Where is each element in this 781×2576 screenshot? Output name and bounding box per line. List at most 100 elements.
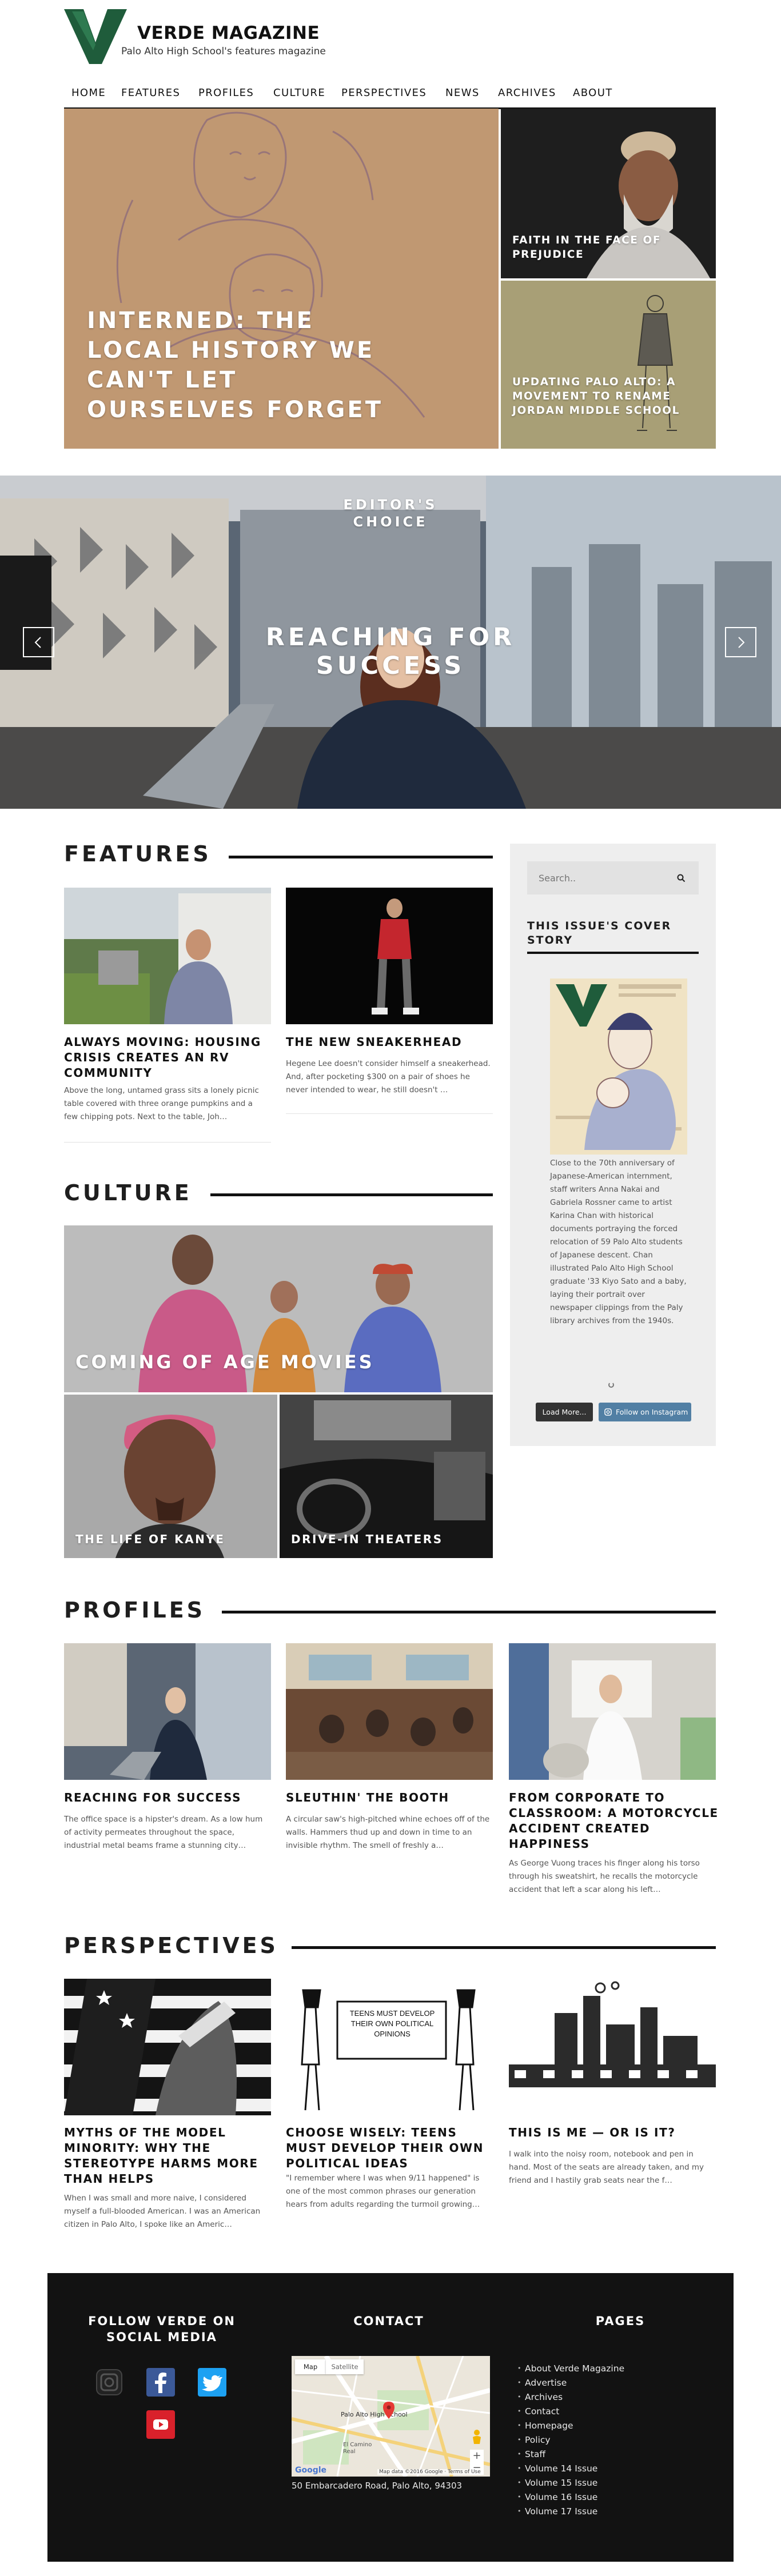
footer-page-link[interactable]: Contact — [517, 2406, 559, 2417]
perspectives-heading[interactable]: PERSPECTIVES — [64, 1933, 278, 1958]
nav-about[interactable]: ABOUT — [573, 87, 613, 99]
perspective-title-1[interactable]: MYTHS OF THE MODEL MINORITY: WHY THE STE… — [64, 2125, 276, 2187]
chevron-right-icon — [738, 637, 745, 648]
footer-page-link[interactable]: Volume 14 Issue — [517, 2463, 597, 2474]
feature-image-1[interactable] — [64, 888, 271, 1024]
culture-heading[interactable]: CULTURE — [64, 1180, 192, 1205]
profile-image-3[interactable] — [509, 1643, 716, 1780]
nav-home[interactable]: HOME — [71, 87, 106, 99]
perspective-excerpt-3: I walk into the noisy room, notebook and… — [509, 2150, 704, 2185]
editors-choice-title[interactable]: REACHING FOR SUCCESS — [190, 623, 591, 680]
perspective-excerpt-1: When I was small and more naive, I consi… — [64, 2194, 261, 2229]
perspective-image-2[interactable]: TEENS MUST DEVELOP THEIR OWN POLITICAL O… — [286, 1979, 493, 2115]
perspectives-rule — [292, 1946, 716, 1949]
twitter-icon[interactable] — [198, 2368, 226, 2397]
cover-heading-rule — [527, 952, 699, 954]
map-credit: Map data ©2016 Google · Terms of Use — [377, 2469, 483, 2475]
perspective-excerpt-2: "I remember where I was when 9/11 happen… — [286, 2174, 480, 2209]
footer-page-link[interactable]: Archives — [517, 2392, 563, 2402]
footer-page-link[interactable]: Volume 17 Issue — [517, 2506, 597, 2517]
footer-page-link[interactable]: Policy — [517, 2435, 550, 2445]
hero-main-story[interactable]: INTERNED: THE LOCAL HISTORY WE CAN'T LET… — [64, 109, 499, 449]
map-tab-map[interactable]: Map — [295, 2359, 326, 2374]
profiles-rule — [222, 1611, 716, 1614]
map-tab-satellite[interactable]: Satellite — [326, 2359, 364, 2374]
editors-choice-label: EDITOR'S CHOICE — [343, 497, 438, 530]
site-logo[interactable] — [64, 9, 127, 64]
profile-title-2[interactable]: SLEUTHIN' THE BOOTH — [286, 1790, 497, 1806]
map-place-label: Palo Alto High School — [341, 2411, 408, 2418]
cover-description: Close to the 70th anniversary of Japanes… — [550, 1159, 687, 1325]
culture-big-title[interactable]: COMING OF AGE MOVIES — [75, 1351, 419, 1373]
footer-page-link[interactable]: Advertise — [517, 2378, 567, 2388]
slider-next-button[interactable] — [725, 627, 756, 657]
nav-features[interactable]: FEATURES — [121, 87, 180, 99]
hero-side-title-1[interactable]: FAITH IN THE FACE OF PREJUDICE — [512, 233, 701, 262]
nav-culture[interactable]: CULTURE — [273, 87, 325, 99]
feature-title-1[interactable]: ALWAYS MOVING: HOUSING CRISIS CREATES AN… — [64, 1035, 276, 1081]
facebook-icon[interactable] — [146, 2368, 175, 2397]
map-google-logo: Google — [295, 2466, 327, 2475]
culture-small-title-1[interactable]: THE LIFE OF KANYE — [75, 1532, 264, 1546]
culture-feature-small-2[interactable]: DRIVE-IN THEATERS — [280, 1395, 493, 1558]
hero-side-story-2[interactable]: UPDATING PALO ALTO: A MOVEMENT TO RENAME… — [501, 281, 716, 449]
nav-profiles[interactable]: PROFILES — [198, 87, 254, 99]
nav-perspectives[interactable]: PERSPECTIVES — [341, 87, 427, 99]
profiles-heading[interactable]: PROFILES — [64, 1597, 205, 1623]
youtube-icon[interactable] — [146, 2410, 175, 2439]
loading-spinner — [608, 1382, 614, 1388]
search-icon[interactable] — [677, 874, 686, 882]
footer-page-link[interactable]: Homepage — [517, 2421, 573, 2431]
footer-page-link[interactable]: About Verde Magazine — [517, 2363, 624, 2374]
footer-page-link[interactable]: Staff — [517, 2449, 545, 2459]
load-more-button[interactable]: Load More... — [536, 1403, 593, 1421]
site-title[interactable]: VERDE MAGAZINE — [137, 23, 320, 43]
culture-small-title-2[interactable]: DRIVE-IN THEATERS — [291, 1532, 480, 1546]
profile-excerpt-3: As George Vuong traces his finger along … — [509, 1859, 700, 1894]
features-rule — [229, 856, 493, 858]
map-road-label: El Camino Real — [343, 2442, 372, 2455]
culture-feature-big[interactable]: COMING OF AGE MOVIES — [64, 1225, 493, 1392]
editors-choice-slider[interactable]: EDITOR'S CHOICE REACHING FOR SUCCESS — [0, 476, 781, 809]
perspective-title-3[interactable]: THIS IS ME — OR IS IT? — [509, 2125, 720, 2140]
instagram-icon[interactable] — [95, 2368, 123, 2397]
culture-feature-small-1[interactable]: THE LIFE OF KANYE — [64, 1395, 277, 1558]
footer-page-link[interactable]: Volume 16 Issue — [517, 2492, 597, 2502]
culture-rule — [210, 1193, 493, 1196]
search-input[interactable] — [527, 861, 664, 894]
chevron-left-icon — [34, 637, 41, 648]
footer-page-link[interactable]: Volume 15 Issue — [517, 2478, 597, 2488]
profile-image-1[interactable] — [64, 1643, 271, 1780]
features-heading[interactable]: FEATURES — [64, 841, 212, 866]
profile-image-2[interactable] — [286, 1643, 493, 1780]
hero-side-title-2[interactable]: UPDATING PALO ALTO: A MOVEMENT TO RENAME… — [512, 375, 701, 418]
nav-archives[interactable]: ARCHIVES — [498, 87, 556, 99]
feature-divider-2 — [286, 1113, 493, 1114]
feature-image-2[interactable] — [286, 888, 493, 1024]
feature-excerpt-1: Above the long, untamed grass sits a lon… — [64, 1086, 259, 1121]
cover-image[interactable] — [550, 979, 687, 1155]
perspective-title-2[interactable]: CHOOSE WISELY: TEENS MUST DEVELOP THEIR … — [286, 2125, 497, 2171]
follow-instagram-label: Follow on Instagram — [616, 1408, 688, 1416]
profile-title-1[interactable]: REACHING FOR SUCCESS — [64, 1790, 276, 1806]
slider-prev-button[interactable] — [23, 627, 54, 657]
follow-instagram-button[interactable]: Follow on Instagram — [599, 1403, 691, 1421]
feature-title-2[interactable]: THE NEW SNEAKERHEAD — [286, 1035, 497, 1050]
perspective-image-3[interactable] — [509, 1979, 716, 2115]
contact-map[interactable]: Map Satellite Palo Alto High School El C… — [292, 2356, 490, 2477]
search-box[interactable] — [527, 861, 699, 894]
cover-story-heading: THIS ISSUE'S COVER STORY — [527, 920, 672, 946]
hero-side-story-1[interactable]: FAITH IN THE FACE OF PREJUDICE — [501, 109, 716, 278]
street-view-icon[interactable] — [470, 2429, 484, 2445]
profile-excerpt-2: A circular saw's high-pitched whine echo… — [286, 1815, 490, 1850]
map-zoom-in[interactable]: + — [470, 2450, 484, 2462]
perspective-image-1[interactable] — [64, 1979, 271, 2115]
map-pin-icon[interactable] — [383, 2402, 395, 2419]
feature-divider-1 — [64, 1142, 271, 1143]
contact-address: 50 Embarcadero Road, Palo Alto, 94303 — [292, 2481, 463, 2491]
footer-pages-heading: PAGES — [595, 2314, 645, 2328]
nav-news[interactable]: NEWS — [445, 87, 480, 99]
profile-title-3[interactable]: FROM CORPORATE TO CLASSROOM: A MOTORCYCL… — [509, 1790, 720, 1852]
site-tagline: Palo Alto High School's features magazin… — [121, 46, 326, 57]
hero-main-title[interactable]: INTERNED: THE LOCAL HISTORY WE CAN'T LET… — [87, 306, 407, 425]
